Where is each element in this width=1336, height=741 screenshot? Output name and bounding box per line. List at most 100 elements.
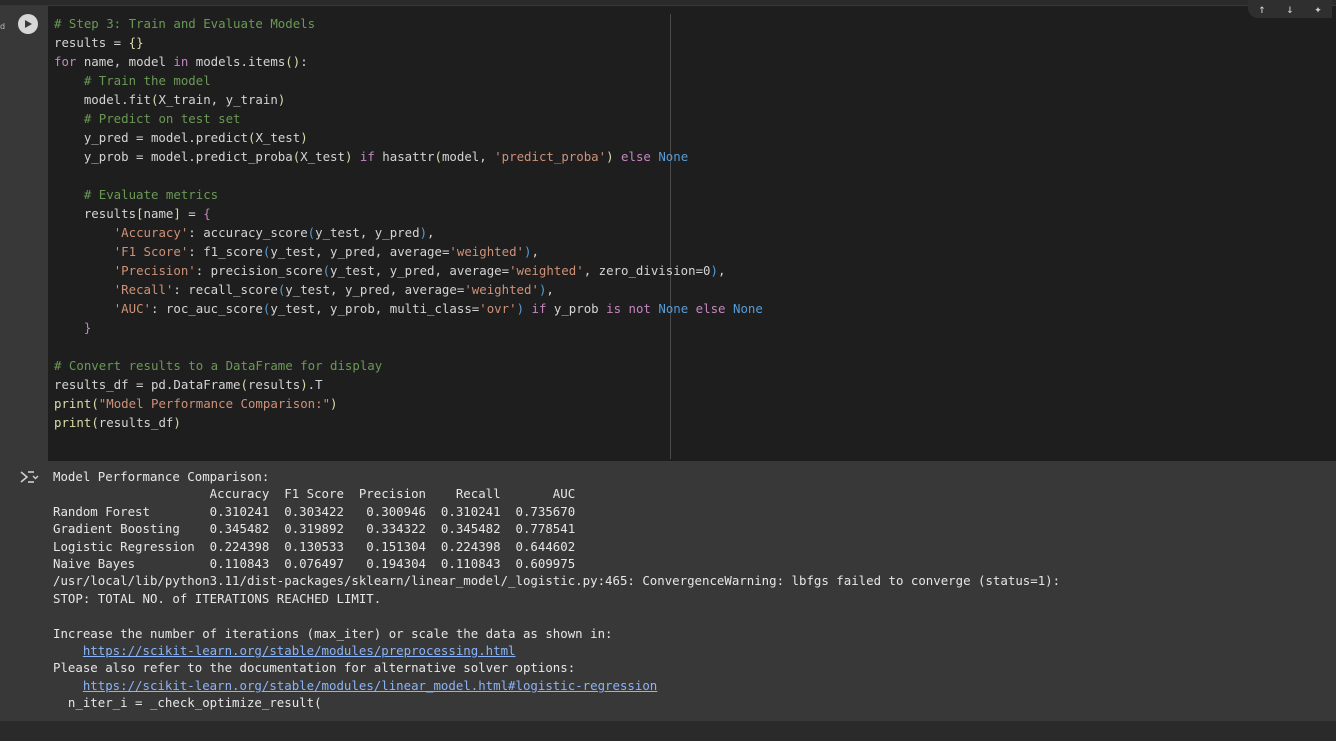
code-token: , zero_division=0 [583, 263, 711, 278]
code-line: results = {} [54, 33, 763, 52]
code-line: ​ [54, 166, 763, 185]
output-heading: Model Performance Comparison: [53, 469, 270, 484]
code-token: # Evaluate metrics [83, 187, 219, 202]
code-token: y_prob = model.predict_proba [54, 149, 293, 164]
code-token: X_train, y_train [158, 92, 278, 107]
table-row: Random Forest 0.310241 0.303422 0.300946… [53, 503, 576, 519]
code-token: () [285, 54, 301, 69]
code-token: , [427, 225, 435, 240]
code-token: # Train the model [83, 73, 211, 88]
code-token: is [606, 301, 622, 316]
code-token: 'AUC' [113, 301, 151, 316]
table-row: Gradient Boosting 0.345482 0.319892 0.33… [53, 521, 576, 537]
code-token: 'F1 Score' [113, 244, 189, 259]
code-token: # Step 3: Train and Evaluate Models [54, 16, 316, 31]
code-token: 'Accuracy' [113, 225, 189, 240]
code-token: name, model [76, 54, 174, 69]
code-token: , [546, 282, 554, 297]
code-token: model, [441, 149, 495, 164]
cell-toolbar: ↑ ↓ ✦ [1248, 0, 1332, 18]
code-token: : f1_score [188, 244, 263, 259]
code-token: , [531, 244, 539, 259]
code-line: print("Model Performance Comparison:") [54, 394, 763, 413]
move-down-icon[interactable]: ↓ [1283, 2, 1297, 16]
code-line: } [54, 318, 763, 337]
table-header: Accuracy F1 Score Precision Recall AUC [53, 486, 576, 502]
code-line: 'Precision': precision_score(y_test, y_p… [54, 261, 763, 280]
code-token: 'ovr' [479, 301, 517, 316]
code-token: ( [91, 396, 99, 411]
code-line: print(results_df) [54, 413, 763, 432]
code-token: : roc_auc_score [151, 301, 263, 316]
code-token: 'Precision' [113, 263, 196, 278]
code-token: ) [710, 263, 718, 278]
code-token: # Predict on test set [83, 111, 241, 126]
code-token: None [658, 149, 689, 164]
code-line: results[name] = { [54, 204, 763, 223]
code-token: ) [277, 92, 286, 107]
code-token: ) [300, 130, 308, 145]
run-cell-button[interactable] [18, 14, 38, 34]
edge-label: d [0, 22, 6, 31]
code-token: y_prob [546, 301, 607, 316]
code-token: .T [307, 377, 323, 392]
output-toggle-icon[interactable] [18, 468, 40, 488]
code-token: model.fit [54, 92, 151, 107]
code-token: results_df [98, 415, 174, 430]
cell-gutter [8, 6, 48, 461]
code-line: y_prob = model.predict_proba(X_test) if … [54, 147, 763, 166]
code-token: y_test, y_prob, multi_class= [270, 301, 480, 316]
traceback-line: n_iter_i = _check_optimize_result( [53, 695, 322, 711]
code-line: # Convert results to a DataFrame for dis… [54, 356, 763, 375]
code-editor[interactable]: # Step 3: Train and Evaluate Models resul… [54, 14, 763, 432]
code-line: # Step 3: Train and Evaluate Models [54, 14, 763, 33]
code-token: in [173, 54, 189, 69]
code-token: if [359, 149, 375, 164]
code-token: print [54, 396, 92, 411]
code-token: y_test, y_pred, average= [285, 282, 465, 297]
code-token: results [54, 206, 137, 221]
sparkle-icon[interactable]: ✦ [1311, 2, 1325, 16]
preprocessing-doc-link[interactable]: https://scikit-learn.org/stable/modules/… [83, 643, 516, 658]
code-line: # Evaluate metrics [54, 185, 763, 204]
code-token: ) [330, 396, 338, 411]
code-line: for name, model in models.items(): [54, 52, 763, 71]
code-cell[interactable]: # Step 3: Train and Evaluate Models resul… [8, 0, 1336, 461]
code-line: 'Recall': recall_score(y_test, y_pred, a… [54, 280, 763, 299]
code-token: : accuracy_score [188, 225, 308, 240]
code-token: # Convert results to a DataFrame for dis… [54, 358, 383, 373]
code-token: print [54, 415, 92, 430]
code-token: None [658, 301, 689, 316]
code-token: hasattr [374, 149, 435, 164]
code-token: not [628, 301, 651, 316]
code-token: name [143, 206, 174, 221]
code-token: = [180, 206, 204, 221]
code-token: X_test [255, 130, 301, 145]
play-icon [25, 20, 32, 28]
code-line: 'F1 Score': f1_score(y_test, y_pred, ave… [54, 242, 763, 261]
code-token: ) [173, 415, 181, 430]
code-token: models.items [188, 54, 286, 69]
advice-line: Please also refer to the documentation f… [53, 660, 576, 676]
code-token: ( [434, 149, 442, 164]
move-up-icon[interactable]: ↑ [1255, 2, 1269, 16]
code-token: ) [524, 244, 532, 259]
code-token: ( [322, 263, 331, 278]
code-token: results [247, 377, 301, 392]
advice-line: Increase the number of iterations (max_i… [53, 625, 613, 641]
code-line: 'AUC': roc_auc_score(y_test, y_prob, mul… [54, 299, 763, 318]
code-token: X_test [300, 149, 345, 164]
code-token: 'predict_proba' [494, 149, 607, 164]
logistic-regression-doc-link[interactable]: https://scikit-learn.org/stable/modules/… [83, 678, 657, 693]
code-token: { [203, 206, 211, 221]
